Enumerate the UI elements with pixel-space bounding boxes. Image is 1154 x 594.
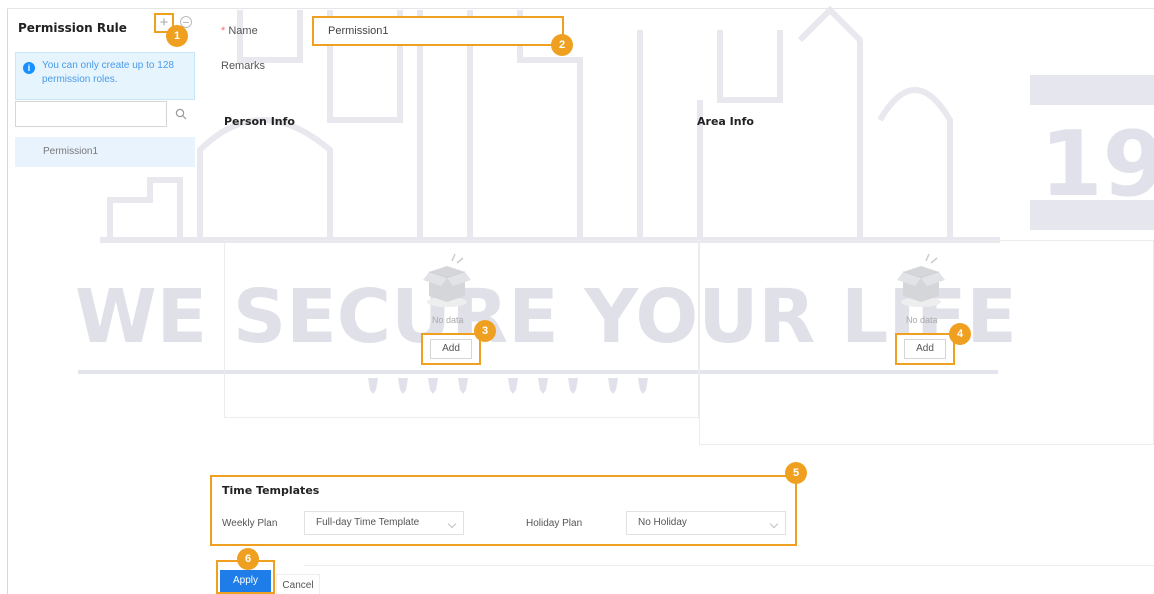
step-marker-1: 1	[166, 25, 188, 47]
info-text: You can only create up to 128 permission…	[42, 60, 174, 85]
chevron-down-icon	[447, 519, 457, 529]
logo-watermark	[1030, 75, 1154, 230]
search-input[interactable]	[15, 101, 167, 127]
person-no-data: No data	[432, 315, 464, 325]
name-label-text: Name	[228, 25, 258, 37]
search-icon[interactable]	[167, 101, 195, 127]
name-field[interactable]	[312, 16, 564, 46]
apply-button[interactable]: Apply	[220, 570, 271, 592]
weekly-plan-select[interactable]: Full-day Time Template	[304, 511, 464, 535]
time-templates-title: Time Templates	[222, 484, 320, 497]
holiday-plan-label: Holiday Plan	[526, 518, 583, 529]
cancel-button[interactable]: Cancel	[276, 574, 320, 594]
empty-box-icon	[897, 253, 945, 307]
time-templates-section: Time Templates Weekly Plan Full-day Time…	[210, 475, 797, 546]
area-no-data: No data	[906, 315, 938, 325]
rule-list-item-label: Permission1	[43, 146, 99, 157]
rule-list-item[interactable]: Permission1	[15, 137, 195, 167]
info-notice: i You can only create up to 128 permissi…	[15, 52, 195, 100]
add-person-button[interactable]: Add	[430, 339, 472, 359]
area-info-title: Area Info	[697, 115, 754, 128]
name-label: * Name	[221, 25, 258, 37]
holiday-plan-value: No Holiday	[638, 517, 687, 528]
info-icon: i	[23, 62, 35, 74]
weekly-plan-value: Full-day Time Template	[316, 517, 420, 528]
step-marker-6: 6	[237, 548, 259, 570]
watermark-number: 19	[1040, 112, 1154, 217]
step-marker-2: 2	[551, 34, 573, 56]
holiday-plan-select[interactable]: No Holiday	[626, 511, 786, 535]
add-person-frame: Add	[421, 333, 481, 365]
step-marker-3: 3	[474, 320, 496, 342]
add-area-button[interactable]: Add	[904, 339, 946, 359]
rule-search	[15, 101, 195, 127]
sidebar-title: Permission Rule	[18, 21, 127, 35]
empty-box-icon	[423, 253, 471, 307]
weekly-plan-label: Weekly Plan	[222, 518, 278, 529]
permission-rule-sidebar: Permission Rule + i You can only create …	[8, 9, 200, 594]
footer-divider	[304, 565, 1154, 566]
step-marker-5: 5	[785, 462, 807, 484]
add-area-frame: Add	[895, 333, 955, 365]
chevron-down-icon	[769, 519, 779, 529]
person-info-title: Person Info	[224, 115, 295, 128]
step-marker-4: 4	[949, 323, 971, 345]
remarks-label: Remarks	[221, 60, 266, 72]
required-mark: *	[221, 25, 226, 37]
